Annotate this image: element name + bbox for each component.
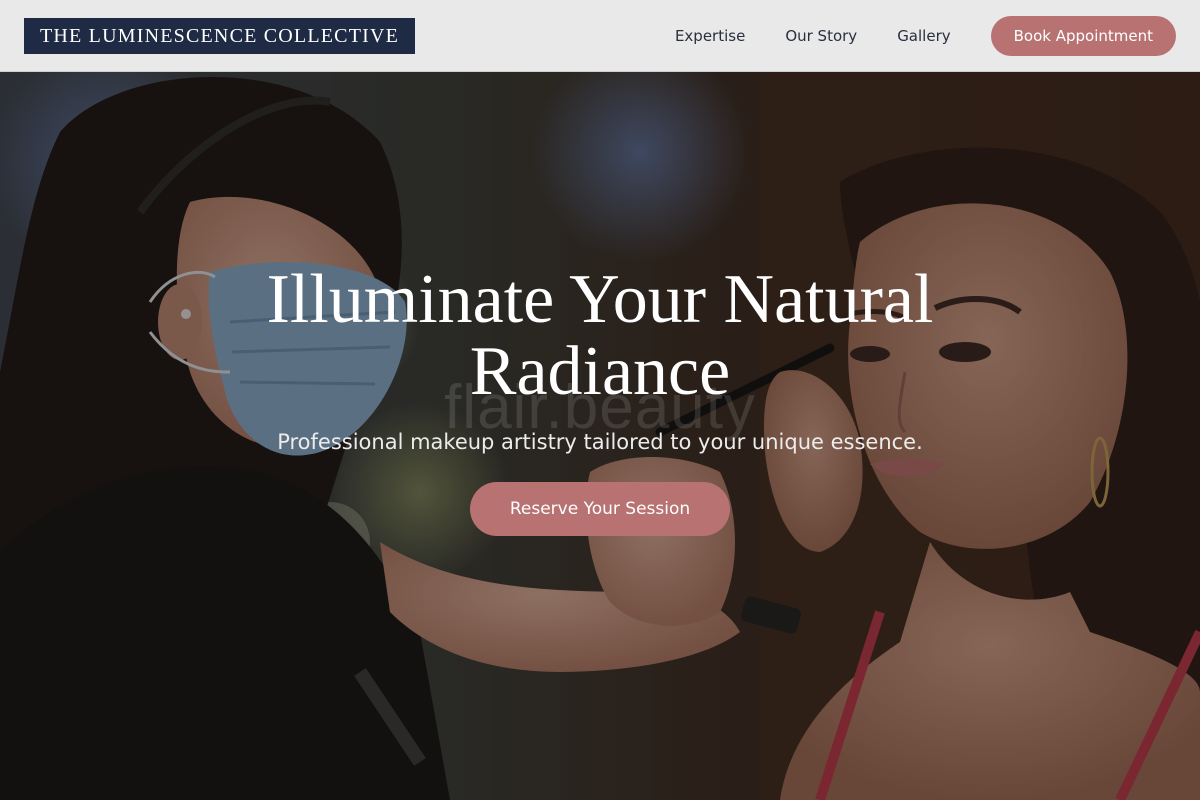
hero-section: flair.beauty Illuminate Your Natural Rad… — [0, 72, 1200, 800]
main-nav: Expertise Our Story Gallery Book Appoint… — [675, 0, 1176, 72]
hero-title-line-1: Illuminate Your Natural — [266, 261, 934, 338]
reserve-session-button[interactable]: Reserve Your Session — [469, 482, 731, 536]
hero-content: Illuminate Your Natural Radiance Profess… — [0, 264, 1200, 536]
site-logo[interactable]: THE LUMINESCENCE COLLECTIVE — [24, 18, 416, 54]
hero-title-line-2: Radiance — [469, 333, 731, 410]
nav-link-gallery[interactable]: Gallery — [897, 27, 950, 45]
nav-link-our-story[interactable]: Our Story — [785, 27, 857, 45]
book-appointment-button[interactable]: Book Appointment — [990, 16, 1176, 56]
hero-title: Illuminate Your Natural Radiance — [220, 264, 980, 408]
hero-subtitle: Professional makeup artistry tailored to… — [277, 430, 923, 454]
page: THE LUMINESCENCE COLLECTIVE Expertise Ou… — [0, 0, 1200, 800]
site-header: THE LUMINESCENCE COLLECTIVE Expertise Ou… — [0, 0, 1200, 72]
nav-link-expertise[interactable]: Expertise — [675, 27, 745, 45]
